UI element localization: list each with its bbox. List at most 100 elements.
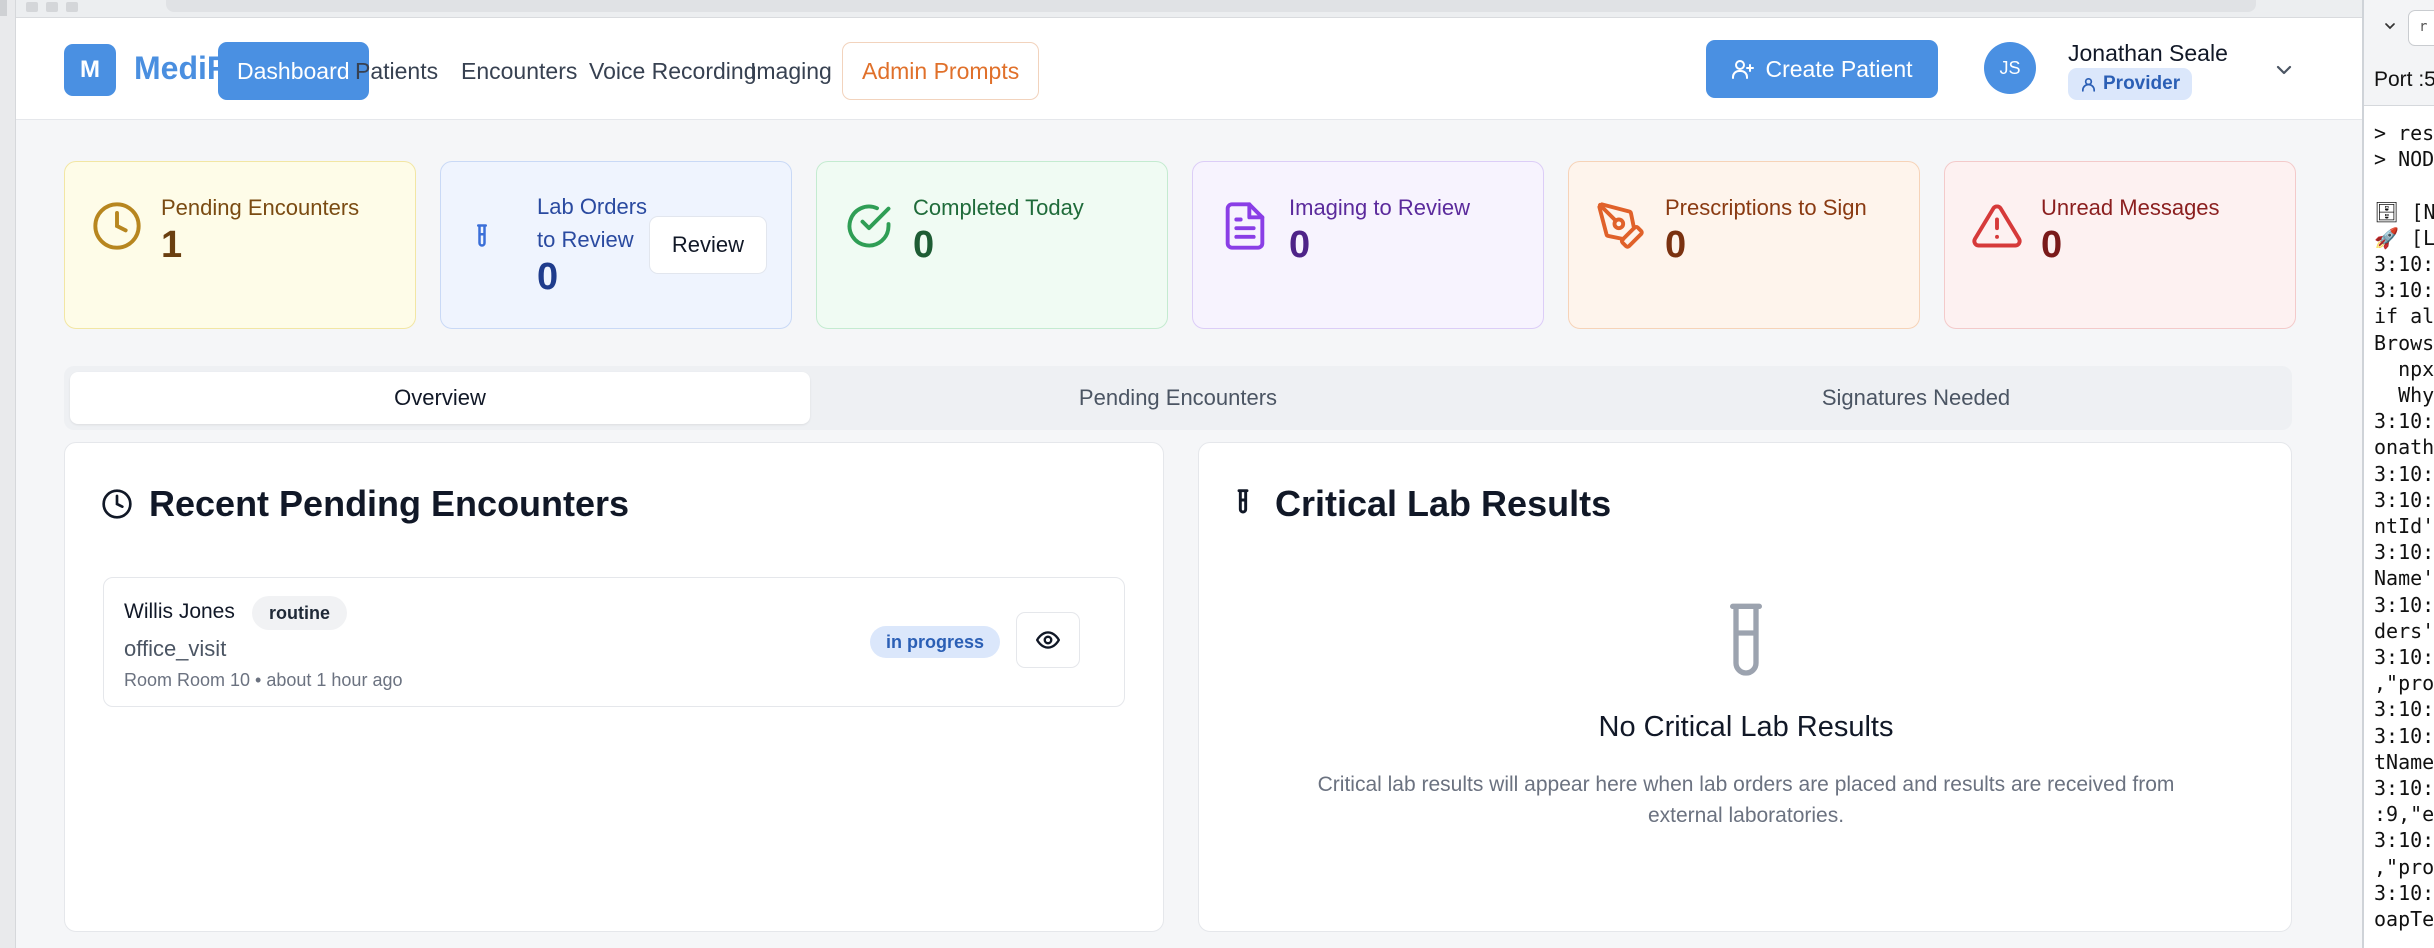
- user-name: Jonathan Seale: [2068, 40, 2228, 66]
- panel-title: Recent Pending Encounters: [101, 483, 629, 525]
- terminal-line: :9,"e: [2374, 802, 2434, 827]
- stat-value: 0: [537, 256, 559, 298]
- encounter-priority-badge: routine: [252, 596, 347, 630]
- terminal-line: 3:10:: [2374, 592, 2434, 617]
- terminal-line: 3:10:: [2374, 278, 2434, 303]
- test-tube-icon: [477, 224, 487, 247]
- terminal-line: Name': [2374, 566, 2434, 591]
- terminal-line: npx: [2374, 356, 2434, 381]
- encounter-patient-name: Willis Jones: [124, 600, 235, 623]
- user-role-badge: Provider: [2068, 68, 2193, 100]
- terminal-line: 3:10:: [2374, 776, 2434, 801]
- terminal-line: 3:10:: [2374, 697, 2434, 722]
- stat-label: Lab Orders to Review: [537, 194, 648, 252]
- terminal-line: 3:10:: [2374, 723, 2434, 748]
- terminal-line: 3:10:: [2374, 540, 2434, 565]
- terminal-line: Why: [2374, 383, 2434, 408]
- view-encounter-button[interactable]: [1016, 612, 1080, 668]
- terminal-line: tName: [2374, 749, 2434, 774]
- tab-overview[interactable]: Overview: [70, 372, 810, 424]
- file-text-icon: [1225, 202, 1265, 250]
- terminal-line: 3:10:: [2374, 645, 2434, 670]
- terminal-line: 3:10:: [2374, 487, 2434, 512]
- browser-top-bar: [16, 0, 2362, 18]
- pen-tool-icon: [1597, 202, 1644, 249]
- tab-signatures-needed[interactable]: Signatures Needed: [1546, 372, 2286, 424]
- check-circle-icon: [847, 204, 891, 248]
- stat-card-imaging-review[interactable]: Imaging to Review 0: [1192, 161, 1544, 329]
- terminal-line: ,"pro: [2374, 671, 2434, 696]
- review-lab-orders-button[interactable]: Review: [649, 216, 767, 274]
- encounter-meta: Room Room 10 • about 1 hour ago: [124, 670, 403, 690]
- alert-triangle-icon: [1972, 204, 2022, 248]
- terminal-line: 3:10:: [2374, 252, 2434, 277]
- encounter-list-item[interactable]: Willis Jones routine office_visit Room R…: [103, 577, 1125, 707]
- stat-card-pending-encounters[interactable]: Pending Encounters 1: [64, 161, 416, 329]
- terminal-line: 🚀 [L: [2374, 225, 2434, 250]
- tab-pending-encounters[interactable]: Pending Encounters: [808, 372, 1548, 424]
- terminal-port-label: Port :5: [2364, 52, 2434, 106]
- terminal-line: 🗄 [N: [2374, 199, 2434, 224]
- terminal-panel[interactable]: r Port :5 > res > NOD 🗄 [N 🚀 [L 3:10: 3:10: i…: [2362, 0, 2434, 948]
- empty-state-description: Critical lab results will appear here wh…: [1317, 773, 2175, 827]
- top-navbar: M MediFlow Dashboard Patients Encounters…: [16, 18, 2362, 120]
- stat-label: Completed Today: [913, 195, 1084, 220]
- stat-label: Prescriptions to Sign: [1665, 195, 1867, 220]
- clock-icon: [102, 489, 132, 519]
- chevron-down-icon[interactable]: [2382, 18, 2398, 34]
- stat-value: 1: [161, 224, 183, 266]
- dashboard-tabs: Overview Pending Encounters Signatures N…: [64, 366, 2292, 430]
- terminal-line: if al: [2374, 304, 2434, 329]
- terminal-output: > res > NOD 🗄 [N 🚀 [L 3:10: 3:10: if al Brows …: [2374, 120, 2434, 932]
- panel-title: Critical Lab Results: [1227, 483, 1611, 525]
- logo-mark: M: [64, 44, 116, 96]
- nav-patients[interactable]: Patients: [336, 42, 457, 100]
- user-role-label: Provider: [2103, 73, 2181, 94]
- terminal-line: > res: [2374, 121, 2434, 145]
- address-bar[interactable]: [166, 0, 2256, 12]
- terminal-line: oapTe: [2374, 907, 2434, 932]
- recent-pending-encounters-panel: Recent Pending Encounters Willis Jones r…: [64, 442, 1164, 932]
- terminal-line: ntId': [2374, 514, 2434, 539]
- app-root: M MediFlow Dashboard Patients Encounters…: [16, 18, 2362, 948]
- terminal-tab[interactable]: r: [2408, 10, 2434, 46]
- stat-value: 0: [2041, 224, 2063, 266]
- terminal-line: 3:10:: [2374, 461, 2434, 486]
- user-avatar[interactable]: JS: [1984, 42, 2036, 94]
- terminal-line: ,"pro: [2374, 854, 2434, 879]
- stat-label: Pending Encounters: [161, 195, 360, 220]
- eye-icon: [1035, 631, 1061, 649]
- test-tube-icon: [1729, 603, 1762, 676]
- nav-admin-prompts[interactable]: Admin Prompts: [842, 42, 1040, 100]
- stat-card-completed-today[interactable]: Completed Today 0: [816, 161, 1168, 329]
- critical-lab-results-panel: Critical Lab Results No Critical Lab Res…: [1198, 442, 2292, 932]
- nav-imaging[interactable]: Imaging: [731, 42, 851, 100]
- stat-card-unread-messages[interactable]: Unread Messages 0: [1944, 161, 2296, 329]
- stat-value: 0: [1665, 224, 1687, 266]
- terminal-line: > NOD: [2374, 147, 2434, 172]
- clock-icon: [93, 202, 141, 250]
- terminal-header: r: [2364, 0, 2434, 52]
- chevron-down-icon[interactable]: [2272, 58, 2296, 82]
- terminal-line: ders': [2374, 618, 2434, 643]
- terminal-line: 3:10:: [2374, 880, 2434, 905]
- encounter-status-badge: in progress: [870, 626, 1001, 658]
- terminal-line: onath: [2374, 435, 2434, 460]
- browser-left-edge: [0, 0, 16, 948]
- terminal-line: Brows: [2374, 330, 2434, 355]
- empty-state-title: No Critical Lab Results: [1598, 711, 1894, 743]
- stat-value: 0: [1289, 224, 1311, 266]
- stat-card-prescriptions[interactable]: Prescriptions to Sign 0: [1568, 161, 1920, 329]
- stat-label: Unread Messages: [2041, 195, 2220, 220]
- stat-label: Imaging to Review: [1289, 195, 1470, 220]
- user-plus-icon: [1732, 60, 1755, 79]
- terminal-line: 3:10:: [2374, 828, 2434, 853]
- test-tube-icon: [1237, 489, 1249, 514]
- encounter-type: office_visit: [124, 636, 227, 661]
- create-patient-button[interactable]: Create Patient: [1706, 40, 1938, 98]
- user-icon: [2081, 77, 2096, 92]
- terminal-line: 3:10:: [2374, 409, 2434, 434]
- stat-value: 0: [913, 224, 935, 266]
- stat-card-lab-orders[interactable]: Lab Orders to Review 0 Review: [440, 161, 792, 329]
